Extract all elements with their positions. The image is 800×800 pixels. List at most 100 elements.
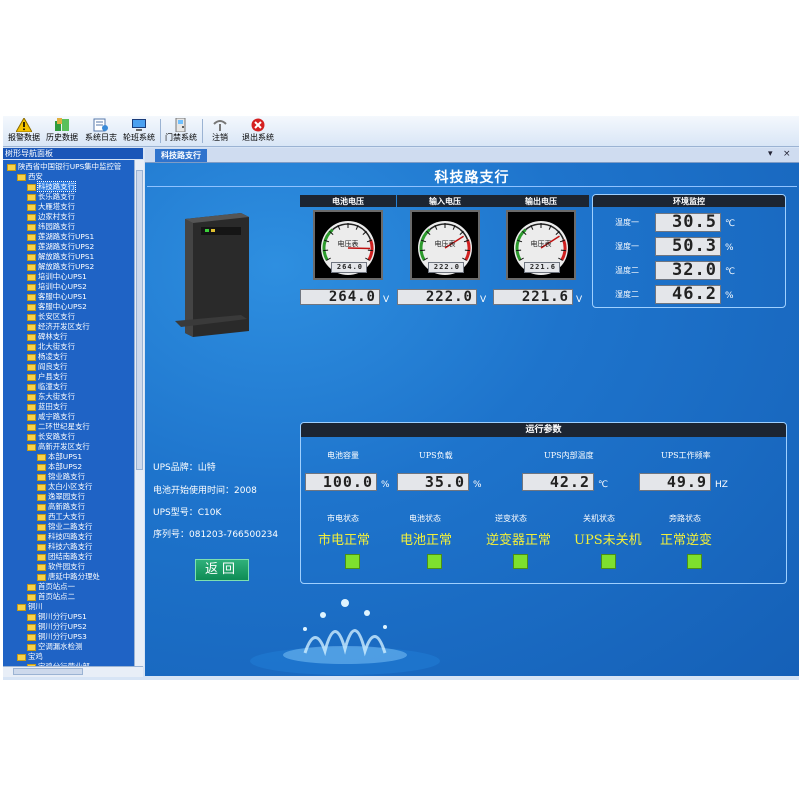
status-indicator-led (427, 554, 442, 569)
tree-item-label: 客服中心UPS1 (38, 292, 87, 301)
tree-item[interactable]: 培训中心UPS2 (27, 282, 87, 292)
param-readout: 42.2 (522, 473, 594, 491)
folder-icon (27, 393, 36, 401)
tree-item[interactable]: 二环世纪星支行 (27, 422, 90, 432)
folder-icon (37, 563, 46, 571)
tree-item[interactable]: 北大街支行 (27, 342, 75, 352)
tree-item-label: 科技路支行 (37, 181, 76, 192)
tab-dropdown-icon[interactable]: ▾ (768, 149, 773, 159)
tree-item-label: 高新路支行 (48, 502, 85, 511)
tree-item[interactable]: 科技六路支行 (37, 542, 92, 552)
alarm-data-button[interactable]: 报警数据 (7, 118, 41, 145)
tree-item[interactable]: 锦业二路支行 (37, 522, 92, 532)
tree-item[interactable]: 阎良支行 (27, 362, 68, 372)
tree-item[interactable]: 蓝田支行 (27, 402, 68, 412)
unit-label: % (473, 480, 482, 490)
door-access-button[interactable]: 门禁系统 (164, 118, 198, 145)
tree-item[interactable]: 大雁塔支行 (27, 202, 75, 212)
tree-item[interactable]: 经济开发区支行 (27, 322, 90, 332)
tree-item[interactable]: 太白小区支行 (37, 482, 92, 492)
tree-item[interactable]: 高新开发区支行 (27, 442, 90, 452)
tree-item[interactable]: 铜川分行UPS2 (27, 622, 87, 632)
tree-item[interactable]: 边家村支行 (27, 212, 75, 222)
tree-horizontal-scrollbar[interactable] (3, 666, 143, 677)
tree-item[interactable]: 客服中心UPS1 (27, 292, 87, 302)
tree-item[interactable]: 首页站点一 (27, 582, 75, 592)
tree-panel-title: 树形导航面板 (3, 148, 143, 159)
tree-item-label: 阎良支行 (38, 362, 68, 371)
logout-button[interactable]: 注销 (206, 118, 234, 145)
history-data-button[interactable]: 历史数据 (45, 118, 79, 145)
tree-item[interactable]: 团结南路支行 (37, 552, 92, 562)
tree-item-label: 杨凌支行 (38, 352, 68, 361)
folder-icon (27, 223, 36, 231)
tree-item[interactable]: 空调漏水检测 (27, 642, 82, 652)
tree-item[interactable]: 长安路支行 (27, 432, 75, 442)
tree-item[interactable]: 铜川分行UPS3 (27, 632, 87, 642)
env-readout: 50.3 (655, 237, 721, 256)
tree-item[interactable]: 碑林支行 (27, 332, 68, 342)
shift-system-button[interactable]: 轮班系统 (122, 118, 156, 145)
tree-item-label: 陕西省中国银行UPS集中监控管 (18, 162, 122, 171)
tree-vertical-scrollbar[interactable] (134, 160, 144, 666)
tab-keji-road[interactable]: 科技路支行 (155, 149, 207, 162)
warning-icon (16, 118, 32, 132)
tree-item[interactable]: 逸翠园支行 (37, 492, 85, 502)
app-window: 报警数据 历史数据 系统日志 轮班系统 门禁系统 注销 退出系统 树形导航面板 … (3, 116, 799, 680)
tree-item[interactable]: 解放路支行UPS2 (27, 262, 94, 272)
exit-system-button[interactable]: 退出系统 (238, 118, 278, 145)
tree-item-label: 临潼支行 (38, 382, 68, 391)
tree-item[interactable]: 铜川分行UPS1 (27, 612, 87, 622)
tree-item[interactable]: 陕西省中国银行UPS集中监控管 (7, 162, 121, 172)
tree-item[interactable]: 长安区支行 (27, 312, 75, 322)
tree-item[interactable]: 户县支行 (27, 372, 68, 382)
tree-item[interactable]: 临潼支行 (27, 382, 68, 392)
tree-item[interactable]: 本部UPS1 (37, 452, 82, 462)
tree-item[interactable]: 莲湖路支行UPS1 (27, 232, 94, 242)
tree-item[interactable]: 首页站点二 (27, 592, 75, 602)
system-log-button[interactable]: 系统日志 (84, 118, 118, 145)
gauge-header: 电池电压 (300, 195, 396, 207)
tree-item[interactable]: 本部UPS2 (37, 462, 82, 472)
back-button[interactable]: 返回 (195, 559, 249, 581)
tree-item[interactable]: 解放路支行UPS1 (27, 252, 94, 262)
tree-item[interactable]: 高新路支行 (37, 502, 85, 512)
tab-close-icon[interactable]: × (783, 149, 791, 159)
tree-item[interactable]: 纬园路支行 (27, 222, 75, 232)
tree-item[interactable]: 西工大支行 (37, 512, 85, 522)
tree-item[interactable]: 科技路支行 (27, 181, 76, 192)
tree-item[interactable]: 科技四路支行 (37, 532, 92, 542)
folder-icon (27, 193, 36, 201)
param-readout: 35.0 (397, 473, 469, 491)
env-readout: 30.5 (655, 213, 721, 232)
voltage-gauge: 电压表 264.0 (313, 210, 383, 280)
tree-item[interactable]: 咸宁路支行 (27, 412, 75, 422)
tree-item[interactable]: 长乐路支行 (27, 192, 75, 202)
tree-item-label: 大雁塔支行 (38, 202, 75, 211)
status-indicator-led (687, 554, 702, 569)
folder-icon (27, 273, 36, 281)
tree-item[interactable]: 东大街支行 (27, 392, 75, 402)
tree-item[interactable]: 锦业路支行 (37, 472, 85, 482)
history-data-icon (55, 118, 69, 131)
tree-item-label: 首页站点二 (38, 592, 75, 601)
folder-icon (37, 573, 46, 581)
tree-item[interactable]: 铜川 (17, 602, 43, 612)
tree-item[interactable]: 唐延中路分理处 (37, 572, 100, 582)
tree-item[interactable]: 宝鸡 (17, 652, 43, 662)
tree-item[interactable]: 客服中心UPS2 (27, 302, 87, 312)
tree-item[interactable]: 莲湖路支行UPS2 (27, 242, 94, 252)
scrollbar-thumb[interactable] (13, 668, 83, 675)
tree-item[interactable]: 软件园支行 (37, 562, 85, 572)
tree-item[interactable]: 西安 (17, 172, 43, 182)
tree-item[interactable]: 培训中心UPS1 (27, 272, 87, 282)
tree-item-label: 蓝田支行 (38, 402, 68, 411)
scrollbar-thumb[interactable] (136, 170, 143, 470)
toolbar-label: 报警数据 (8, 133, 40, 142)
tree-item-label: 科技六路支行 (48, 542, 93, 551)
folder-icon (27, 583, 36, 591)
ups-device-image (175, 213, 249, 337)
folder-icon (17, 603, 26, 611)
tree-item-label: 莲湖路支行UPS1 (38, 232, 95, 241)
tree-item[interactable]: 杨凌支行 (27, 352, 68, 362)
